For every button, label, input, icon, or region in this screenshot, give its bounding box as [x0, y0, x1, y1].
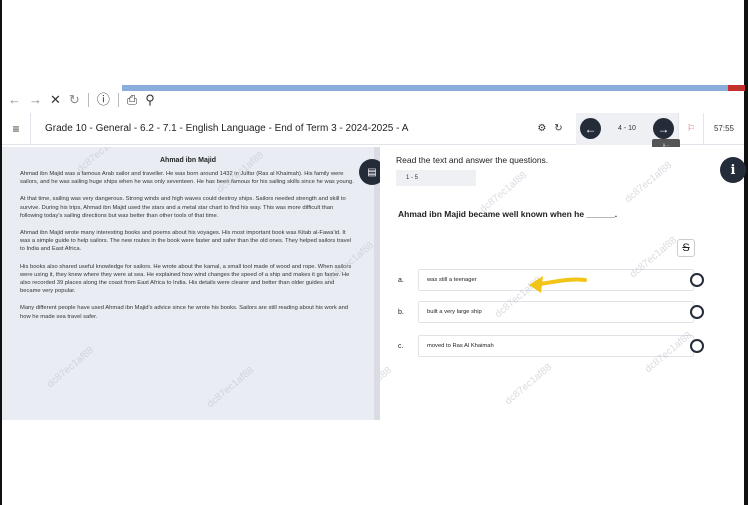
- browser-navbar: ← → ✕ ↻ ⓘ ⎙ ⚲: [2, 91, 744, 109]
- passage-paragraph: Many different people have used Ahmad ib…: [20, 305, 349, 320]
- info-icon[interactable]: ⓘ: [97, 93, 110, 107]
- watermark: dc87ec1af88: [205, 364, 257, 411]
- watermark: dc87ec1af88: [503, 361, 555, 408]
- menu-icon[interactable]: ≡: [2, 122, 30, 136]
- screen: ← → ✕ ↻ ⓘ ⎙ ⚲ ≡ Grade 10 - General - 6.2…: [0, 0, 748, 505]
- info-icon[interactable]: i: [720, 157, 746, 183]
- question-instructions: Read the text and answer the questions.: [396, 155, 549, 165]
- arrow-right-icon: →: [657, 121, 670, 136]
- refresh-icon[interactable]: ↻: [554, 123, 562, 134]
- forward-icon[interactable]: →: [29, 93, 42, 107]
- option-radio[interactable]: [690, 273, 704, 287]
- document-icon: ▤: [367, 166, 377, 178]
- option-letter: c.: [398, 342, 404, 350]
- right-border: [744, 0, 748, 505]
- answer-option-b[interactable]: b. built a very large ship: [398, 298, 704, 326]
- option-letter: a.: [398, 276, 404, 284]
- passage-paragraph: Ahmad ibn Majid was a famous Arab sailor…: [20, 171, 354, 186]
- watermark: dc87ec1af88: [45, 344, 97, 391]
- passage-paragraph: At that time, sailing was very dangerous…: [20, 196, 346, 219]
- question-prompt: Ahmad ibn Majid became well known when h…: [398, 209, 618, 219]
- watermark: dc87ec1af88: [380, 364, 395, 411]
- close-icon[interactable]: ✕: [50, 93, 61, 107]
- passage-paragraph: His books also shared useful knowledge f…: [20, 263, 352, 295]
- back-icon[interactable]: ←: [8, 93, 21, 107]
- header-tools: ⚙ ↻: [524, 123, 576, 134]
- option-radio[interactable]: [690, 305, 704, 319]
- next-question-button[interactable]: →: [653, 118, 674, 139]
- reading-passage[interactable]: Ahmad ibn Majid Ahmad ibn Majid was a fa…: [2, 147, 374, 420]
- strikethrough-icon[interactable]: S: [677, 239, 695, 257]
- question-range: 1 - 5: [396, 170, 476, 186]
- watermark: dc87ec1af88: [623, 159, 675, 206]
- toolbar-divider: [87, 93, 89, 107]
- option-radio[interactable]: [690, 339, 704, 353]
- toolbar-divider: [117, 93, 119, 107]
- reload-icon[interactable]: ↻: [69, 93, 80, 107]
- exam-header: ≡ Grade 10 - General - 6.2 - 7.1 - Engli…: [2, 112, 744, 145]
- settings-icon[interactable]: ⚙: [537, 123, 546, 134]
- passage-title: Ahmad ibn Majid: [160, 157, 216, 164]
- option-text[interactable]: built a very large ship: [418, 301, 694, 323]
- exam-timer: 57:55: [713, 124, 735, 133]
- exam-title: Grade 10 - General - 6.2 - 7.1 - English…: [45, 123, 409, 134]
- page-indicator: 4 - 10: [618, 125, 636, 132]
- prev-question-button[interactable]: ←: [580, 118, 601, 139]
- tab-icon[interactable]: ⎙: [127, 93, 137, 107]
- zoom-icon[interactable]: ⚲: [145, 93, 155, 107]
- option-text[interactable]: moved to Ras Al Khaimah: [418, 335, 694, 357]
- option-letter: b.: [398, 308, 404, 316]
- arrow-left-icon: ←: [584, 121, 597, 136]
- passage-paragraph: Ahmad ibn Majid wrote many interesting b…: [20, 230, 352, 253]
- flag-icon[interactable]: ⚐: [679, 123, 703, 134]
- annotation-arrow-icon: [529, 276, 587, 293]
